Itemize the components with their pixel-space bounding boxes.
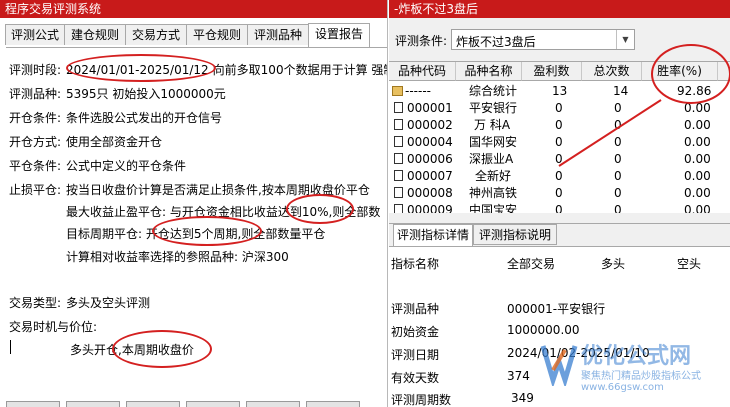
report-open-mode-row: 开仓方式: 使用全部资金开仓 bbox=[9, 133, 162, 150]
stop-line-4: 计算相对收益率选择的参照品种: 沪深300 bbox=[66, 250, 289, 264]
tab-strip: 评测公式 建仓规则 交易方式 平仓规则 评测品种 设置报告 bbox=[5, 23, 387, 47]
evaluation-system-window: 程序交易评测系统 评测公式 建仓规则 交易方式 平仓规则 评测品种 设置报告 评… bbox=[0, 0, 388, 407]
tab-metric-help[interactable]: 评测指标说明 bbox=[473, 224, 557, 245]
tab-close-rules[interactable]: 平仓规则 bbox=[186, 24, 248, 45]
annotation-circle-profit bbox=[286, 194, 354, 224]
bottom-button-4[interactable] bbox=[186, 401, 240, 407]
annotation-circle-period bbox=[66, 54, 216, 82]
tab-metric-details[interactable]: 评测指标详情 bbox=[393, 224, 473, 246]
open-mode-label: 开仓方式: bbox=[9, 135, 62, 149]
close-cond-value: 公式中定义的平仓条件 bbox=[66, 159, 187, 173]
detail-value: 349 bbox=[511, 391, 534, 405]
detail-header-short: 空头 bbox=[677, 257, 702, 271]
metric-detail-panel: 指标名称 全部交易 多头 空头 评测品种 000001-平安银行 初始资金 10… bbox=[389, 246, 730, 407]
report-open-cond-row: 开仓条件: 条件选股公式发出的开仓信号 bbox=[9, 109, 222, 126]
results-table: 品种代码 品种名称 盈利数 总次数 胜率(%) ------ 综合统计 13 1… bbox=[389, 44, 730, 214]
bottom-button-5[interactable] bbox=[246, 401, 300, 407]
detail-tab-strip: 评测指标详情 评测指标说明 bbox=[389, 224, 730, 246]
detail-value: 1000000.00 bbox=[507, 323, 580, 337]
detail-name: 评测周期数 bbox=[391, 393, 452, 407]
detail-header-long: 多头 bbox=[601, 257, 626, 271]
text-caret bbox=[10, 340, 11, 354]
window-title: 程序交易评测系统 bbox=[0, 0, 387, 18]
detail-header-name: 指标名称 bbox=[391, 257, 440, 271]
detail-name: 评测品种 bbox=[391, 302, 440, 316]
detail-name: 评测日期 bbox=[391, 348, 440, 362]
tab-report-settings[interactable]: 设置报告 bbox=[308, 23, 370, 47]
trade-type-label: 交易类型: bbox=[9, 296, 62, 310]
detail-name: 初始资金 bbox=[391, 325, 440, 339]
stop-label: 止损平仓: bbox=[9, 183, 62, 197]
open-mode-value: 使用全部资金开仓 bbox=[66, 135, 163, 149]
bottom-button-3[interactable] bbox=[126, 401, 180, 407]
tab-varieties[interactable]: 评测品种 bbox=[247, 24, 309, 45]
tab-formula[interactable]: 评测公式 bbox=[5, 24, 65, 45]
bottom-button-6[interactable] bbox=[306, 401, 360, 407]
stop-line-2-a: 最大收益止盈平仓: 与开仓资金相比收益 bbox=[66, 205, 278, 219]
trade-type-value: 多头及空头评测 bbox=[66, 296, 151, 310]
detail-value: 2024/01/02-2025/01/10 bbox=[507, 346, 650, 360]
tab-trade-mode[interactable]: 交易方式 bbox=[125, 24, 187, 45]
annotation-circle-timing bbox=[112, 330, 212, 368]
stop-line-3-a: 目标周期平仓: bbox=[66, 227, 146, 241]
condition-select[interactable]: 炸板不过3盘后 ▼ bbox=[451, 29, 635, 50]
annotation-arrow bbox=[558, 99, 662, 167]
results-title: -炸板不过3盘后 bbox=[389, 0, 730, 18]
open-cond-label: 开仓条件: bbox=[9, 111, 62, 125]
bottom-button-1[interactable] bbox=[6, 401, 60, 407]
detail-name: 有效天数 bbox=[391, 371, 440, 385]
bottom-button-2[interactable] bbox=[66, 401, 120, 407]
variety-label: 评测品种: bbox=[9, 87, 62, 101]
detail-value: 000001-平安银行 bbox=[507, 302, 606, 316]
report-panel: 评测时段: 2024/01/01-2025/01/12 向前多取100个数据用于计算… bbox=[6, 47, 387, 407]
detail-header-all: 全部交易 bbox=[507, 257, 556, 271]
tab-open-rules[interactable]: 建仓规则 bbox=[64, 24, 126, 45]
close-cond-label: 平仓条件: bbox=[9, 159, 62, 173]
open-cond-value: 条件选股公式发出的开仓信号 bbox=[66, 111, 223, 125]
condition-value: 炸板不过3盘后 bbox=[456, 35, 536, 49]
annotation-circle-cycles bbox=[152, 216, 262, 246]
period-extra: 向前多取100个数据用于计算 强制 bbox=[212, 63, 388, 77]
bottom-button-row bbox=[0, 401, 387, 407]
period-label: 评测时段: bbox=[9, 63, 62, 77]
condition-label: 评测条件: bbox=[395, 34, 448, 48]
report-trade-type-row: 交易类型: 多头及空头评测 bbox=[9, 294, 150, 311]
timing-label: 交易时机与价位: bbox=[9, 320, 98, 334]
variety-value: 5395只 初始投入1000000元 bbox=[66, 87, 226, 101]
detail-value: 374 bbox=[507, 369, 530, 383]
report-close-cond-row: 平仓条件: 公式中定义的平仓条件 bbox=[9, 157, 186, 174]
results-window: -炸板不过3盘后 评测条件: 炸板不过3盘后 ▼ 品种代码 品种名称 盈利数 总… bbox=[389, 0, 730, 407]
report-variety-row: 评测品种: 5395只 初始投入1000000元 bbox=[9, 85, 226, 102]
chevron-down-icon[interactable]: ▼ bbox=[616, 30, 634, 49]
pane-splitter[interactable] bbox=[389, 213, 730, 224]
